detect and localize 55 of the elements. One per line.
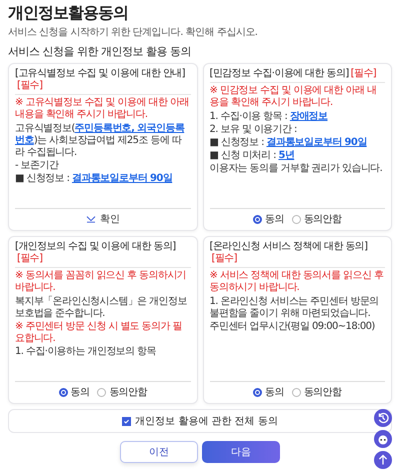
chevron-down-icon bbox=[86, 215, 96, 223]
notice-text: ※ 고유식별정보 수집 및 이용에 대한 아래 내용을 확인해 주시기 바랍니다. bbox=[15, 94, 190, 121]
agree-checkbox[interactable] bbox=[122, 416, 132, 426]
notice-text: ※ 민감정보 수집 및 이용에 대한 아래 내용을 확인해 주시기 바랍니다. bbox=[210, 82, 385, 109]
radio-label: 동의 bbox=[265, 386, 284, 399]
radio-label: 동의안함 bbox=[304, 386, 342, 399]
previous-button[interactable]: 이전 bbox=[120, 441, 198, 463]
body-text: ■ 신청정보 : 결과통보일로부터 90일 bbox=[15, 173, 174, 185]
card-title: [민감정보 수집·이용에 대한 동의] bbox=[210, 68, 349, 79]
agree-label: 개인정보 활용에 관한 전체 동의 bbox=[135, 415, 278, 428]
radio-button[interactable] bbox=[253, 388, 262, 396]
card-title: [개인정보의 수집 및 이용에 대한 동의] bbox=[15, 241, 176, 252]
radio-button[interactable] bbox=[58, 388, 68, 396]
radio-label: 동의안함 bbox=[109, 386, 147, 399]
body-text: ※ 주민센터 방문 신청 시 별도 동의가 필요합니다. bbox=[15, 321, 183, 345]
history-icon[interactable] bbox=[374, 409, 392, 427]
body-text: 1. 수집·이용하는 개인정보의 항목 bbox=[15, 346, 157, 358]
body-text: 1. 수집·이용 항목 : 장애정보 bbox=[210, 111, 329, 123]
radio-label: 동의 bbox=[265, 213, 284, 226]
radio-button[interactable] bbox=[253, 214, 262, 224]
body-text: 이용자는 동의를 거부할 권리가 있습니다. bbox=[210, 163, 384, 175]
radio-option[interactable]: 동의 bbox=[253, 385, 284, 399]
scroll-up-icon[interactable] bbox=[374, 451, 392, 469]
radio-option[interactable]: 동의안함 bbox=[97, 385, 147, 399]
notice-text: ※ 서비스 정책에 대한 동의서를 읽으신 후 동의하시기 바랍니다. bbox=[210, 267, 385, 294]
body-text: ■ 신청 미처리 : 5년 bbox=[210, 150, 296, 162]
radio-button[interactable] bbox=[292, 388, 301, 396]
body-text: 고유식별정보(주민등록번호, 외국인등록번호)는 사회보장급여법 제25조 등에 따라 수집됩니다. bbox=[15, 123, 186, 159]
radio-button[interactable] bbox=[292, 214, 301, 224]
card-title: [온라인신청 서비스 정책에 대한 동의] bbox=[210, 241, 368, 252]
required-label: [필수] bbox=[17, 253, 42, 264]
radio-label: 동의안함 bbox=[304, 213, 342, 226]
radio-label: 동의 bbox=[70, 386, 90, 399]
page-subtitle: 서비스 신청을 시작하기 위한 단계입니다. 확인해 주십시오. bbox=[8, 26, 258, 39]
body-text: 주민센터 업무시간(평일 09:00~18:00) bbox=[210, 321, 376, 333]
body-text: - 보존기간 bbox=[15, 160, 60, 172]
required-label: [필수] bbox=[212, 253, 237, 264]
radio-option[interactable]: 동의안함 bbox=[292, 212, 342, 226]
body-text: ■ 신청정보 : 결과통보일로부터 90일 bbox=[210, 137, 368, 149]
chatbot-icon[interactable] bbox=[374, 430, 392, 448]
next-button[interactable]: 다음 bbox=[202, 441, 280, 463]
radio-option[interactable]: 동의 bbox=[58, 385, 90, 399]
page-title: 개인정보활용동의 bbox=[8, 3, 129, 24]
notice-text: ※ 동의서를 꼼꼼히 읽으신 후 동의하시기 바랍니다. bbox=[15, 267, 190, 294]
required-label: [필수] bbox=[17, 80, 42, 91]
section-heading: 서비스 신청을 위한 개인정보 활용 동의 bbox=[8, 44, 192, 59]
body-text: 1. 온라인신청 서비스는 주민센터 방문의 불편함을 줄이기 위해 마련되었습니다. bbox=[210, 296, 380, 320]
body-text: 복지부「온라인신청시스템」은 개인정보보호법을 준수합니다. bbox=[15, 296, 188, 320]
confirm-button[interactable]: 확인 bbox=[82, 211, 123, 227]
radio-button[interactable] bbox=[97, 388, 106, 396]
card-title: [고유식별정보 수집 및 이용에 대한 안내] bbox=[15, 68, 185, 79]
required-label: [필수] bbox=[350, 68, 376, 79]
radio-option[interactable]: 동의 bbox=[253, 212, 284, 226]
body-text: 2. 보유 및 이용기간 : bbox=[210, 124, 298, 136]
radio-option[interactable]: 동의안함 bbox=[292, 385, 342, 399]
